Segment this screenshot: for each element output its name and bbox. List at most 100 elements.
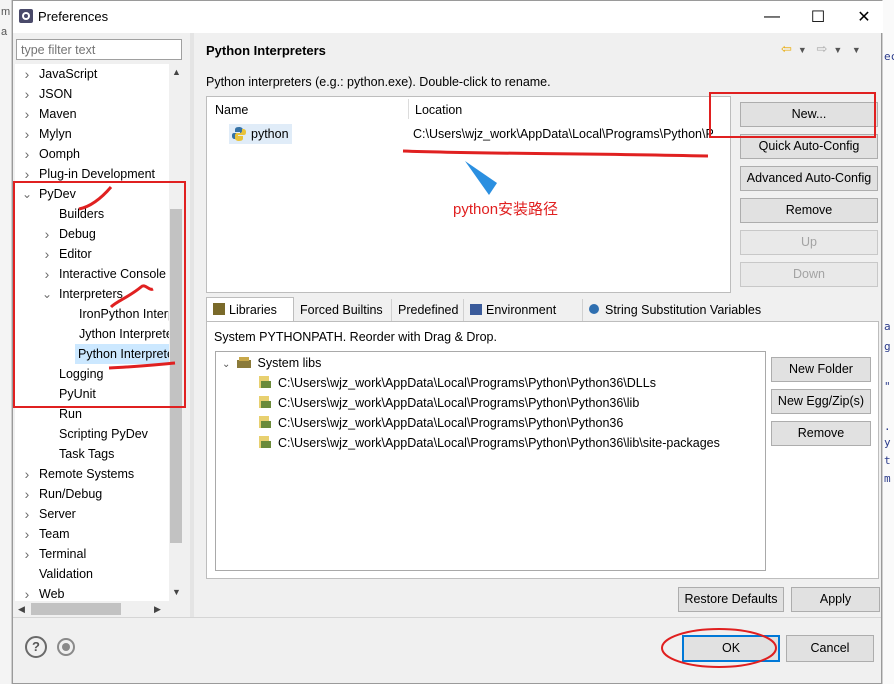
pane-divider[interactable] — [190, 33, 194, 618]
minimize-button[interactable]: — — [749, 1, 795, 33]
tree-item-label: Server — [39, 507, 76, 521]
eclipse-settings-icon — [19, 9, 33, 23]
scroll-left-arrow-icon[interactable]: ◀ — [18, 604, 25, 615]
tab-label: Libraries — [229, 303, 277, 317]
maximize-button[interactable]: ☐ — [795, 1, 841, 33]
column-header-name[interactable]: Name — [215, 101, 248, 119]
back-arrow-icon[interactable]: ⇦ — [781, 41, 792, 56]
chevron-right-icon[interactable]: › — [21, 164, 33, 184]
tree-item-label: Interactive Console — [59, 267, 167, 281]
interpreter-name-cell[interactable]: python — [229, 124, 292, 144]
tree-vertical-scroll-thumb[interactable] — [170, 209, 182, 543]
chevron-right-icon[interactable]: › — [21, 524, 33, 544]
apply-button[interactable]: Apply — [791, 587, 880, 612]
new-egg-zip-button[interactable]: New Egg/Zip(s) — [771, 389, 871, 414]
restore-defaults-button[interactable]: Restore Defaults — [678, 587, 784, 612]
tree-item-label: Builders — [59, 207, 105, 221]
system-libs-node[interactable]: ⌄ System libs — [222, 353, 321, 373]
chevron-right-icon[interactable]: › — [21, 64, 33, 84]
chevron-down-icon[interactable]: ⌄ — [41, 284, 53, 304]
tab-label: String Substitution Variables — [605, 303, 762, 317]
chevron-down-icon[interactable]: ⌄ — [21, 184, 33, 204]
chevron-right-icon[interactable]: › — [41, 224, 53, 244]
scroll-down-arrow-icon[interactable]: ▼ — [172, 587, 181, 597]
jar-icon — [259, 396, 271, 408]
advanced-auto-config-button[interactable]: Advanced Auto-Config — [740, 166, 878, 191]
library-path-item[interactable]: C:\Users\wjz_work\AppData\Local\Programs… — [258, 433, 720, 453]
background-code: y — [884, 436, 891, 449]
tab-predefined[interactable]: Predefined — [392, 299, 464, 321]
view-menu-icon[interactable]: ▼ — [852, 45, 861, 55]
tree-item-label: JSON — [39, 87, 73, 101]
column-header-location[interactable]: Location — [415, 101, 462, 119]
jar-icon — [259, 436, 271, 448]
down-button[interactable]: Down — [740, 262, 878, 287]
title-bar[interactable]: Preferences — ☐ ✕ — [13, 1, 883, 33]
remove-interpreter-button[interactable]: Remove — [740, 198, 878, 223]
tree-item-label: Mylyn — [39, 127, 72, 141]
ok-button[interactable]: OK — [682, 635, 780, 662]
tree-item-label: Editor — [59, 247, 92, 261]
chevron-right-icon[interactable]: › — [21, 124, 33, 144]
cancel-button[interactable]: Cancel — [786, 635, 874, 662]
chevron-right-icon[interactable]: › — [21, 544, 33, 564]
back-menu-icon[interactable]: ▼ — [798, 45, 807, 55]
tree-item[interactable]: Python Interpreter — [75, 344, 169, 364]
forward-menu-icon[interactable]: ▼ — [833, 45, 842, 55]
library-path-item[interactable]: C:\Users\wjz_work\AppData\Local\Programs… — [258, 373, 656, 393]
library-path-item[interactable]: C:\Users\wjz_work\AppData\Local\Programs… — [258, 393, 639, 413]
chevron-right-icon[interactable]: › — [21, 504, 33, 524]
chevron-right-icon[interactable]: › — [41, 244, 53, 264]
forward-arrow-icon[interactable]: ⇨ — [816, 41, 827, 56]
close-button[interactable]: ✕ — [841, 1, 887, 33]
scroll-right-arrow-icon[interactable]: ▶ — [154, 604, 161, 615]
tree-item-label: Python Interpreter — [78, 347, 169, 361]
column-divider[interactable] — [408, 99, 409, 119]
chevron-right-icon[interactable]: › — [41, 264, 53, 284]
page-navigation: ⇦ ▼ ⇨ ▼ ▼ — [781, 41, 867, 57]
up-button[interactable]: Up — [740, 230, 878, 255]
chevron-right-icon[interactable]: › — [21, 84, 33, 104]
background-code: t — [884, 454, 891, 467]
remove-library-button[interactable]: Remove — [771, 421, 871, 446]
tab-string-substitution[interactable]: String Substitution Variables — [583, 299, 777, 321]
chevron-right-icon[interactable]: › — [21, 144, 33, 164]
tab-forced-builtins[interactable]: Forced Builtins — [294, 299, 392, 321]
tree-item-label: Interpreters — [59, 287, 123, 301]
new-folder-button[interactable]: New Folder — [771, 357, 871, 382]
tree-item-label: Logging — [59, 367, 104, 381]
background-code: m — [884, 472, 891, 485]
tree-item-label: Web — [39, 587, 65, 601]
preferences-dialog: Preferences — ☐ ✕ › JavaScript › JSON › Maven… — [12, 0, 883, 684]
import-export-prefs-icon[interactable] — [57, 638, 75, 656]
background-char: a — [1, 26, 8, 38]
new-interpreter-button[interactable]: New... — [740, 102, 878, 127]
chevron-right-icon[interactable]: › — [21, 484, 33, 504]
interpreter-location: C:\Users\wjz_work\AppData\Local\Programs… — [413, 127, 713, 141]
tree-item-label: Team — [39, 527, 70, 541]
background-code: g — [884, 340, 891, 353]
help-icon[interactable]: ? — [25, 636, 47, 658]
interpreter-tabs: Libraries Forced Builtins Predefined Env… — [206, 297, 886, 321]
system-libs-tree: ⌄ System libs C:\Users\wjz_work\AppData\… — [215, 351, 766, 571]
library-path-item[interactable]: C:\Users\wjz_work\AppData\Local\Programs… — [258, 413, 623, 433]
quick-auto-config-button[interactable]: Quick Auto-Config — [740, 134, 878, 159]
python-icon — [232, 127, 246, 141]
tree-horizontal-scroll-thumb[interactable] — [31, 603, 121, 615]
tree-item-label: IronPython Interpreter — [79, 307, 169, 321]
chevron-right-icon[interactable]: › — [21, 104, 33, 124]
filter-input[interactable] — [16, 39, 182, 60]
chevron-right-icon[interactable]: › — [21, 584, 33, 601]
tree-item-label: PyDev — [39, 187, 76, 201]
jar-icon — [259, 376, 271, 388]
library-folder-icon — [237, 357, 252, 368]
tab-libraries[interactable]: Libraries — [206, 297, 294, 321]
scroll-up-arrow-icon[interactable]: ▲ — [172, 67, 181, 77]
background-char: m — [1, 6, 11, 18]
chevron-down-icon[interactable]: ⌄ — [222, 355, 234, 375]
tree-item-label: Terminal — [39, 547, 87, 561]
background-code: " — [884, 380, 891, 393]
tab-environment[interactable]: Environment — [464, 299, 583, 321]
system-libs-label: System libs — [257, 356, 322, 370]
chevron-right-icon[interactable]: › — [21, 464, 33, 484]
